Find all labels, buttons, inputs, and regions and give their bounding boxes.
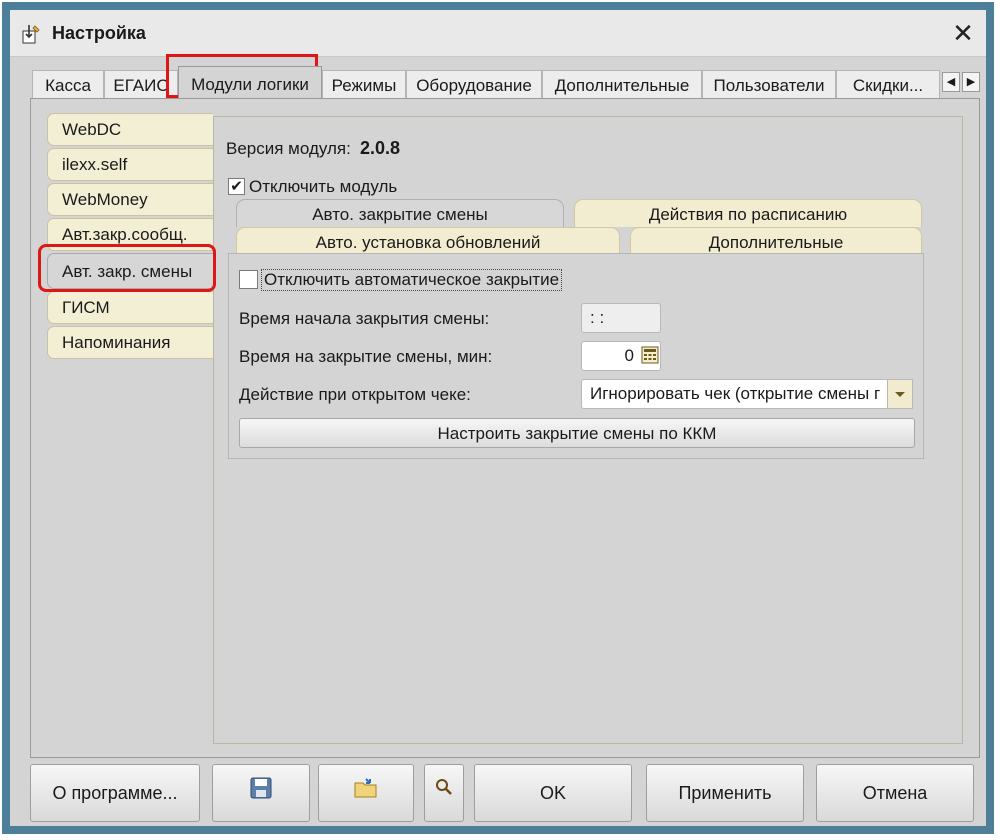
side-tab-auto-close-shift[interactable]: Авт. закр. смены <box>47 253 213 289</box>
side-tab-auto-close-msg[interactable]: Авт.закр.сообщ. <box>47 218 213 251</box>
disable-auto-close-checkbox[interactable] <box>239 270 258 289</box>
tab-equipment[interactable]: Оборудование <box>406 70 542 98</box>
tab-egais[interactable]: ЕГАИС <box>104 70 178 98</box>
floppy-disk-icon <box>213 777 309 799</box>
top-tab-bar: Касса ЕГАИС Модули логики Режимы Оборудо… <box>32 66 982 98</box>
module-content: Версия модуля: 2.0.8 ✔ Отключить модуль … <box>213 116 963 744</box>
subtab-auto-update[interactable]: Авто. установка обновлений <box>236 227 620 255</box>
window-title: Настройка <box>52 23 146 43</box>
disable-module-label: Отключить модуль <box>249 177 398 196</box>
side-tab-reminders[interactable]: Напоминания <box>47 326 213 359</box>
auto-close-panel: Отключить автоматическое закрытие Время … <box>228 253 924 459</box>
settings-window: Настройка ✕ Касса ЕГАИС Модули логики Ре… <box>2 2 994 834</box>
tab-discounts[interactable]: Скидки... <box>836 70 940 98</box>
scroll-right-icon[interactable]: ▶ <box>962 72 980 92</box>
search-icon <box>425 778 463 796</box>
version-label: Версия модуля: <box>226 139 351 158</box>
open-receipt-select[interactable]: Игнорировать чек (открытие смены г <box>581 379 889 409</box>
folder-icon <box>319 777 413 799</box>
about-button[interactable]: О программе... <box>30 764 200 822</box>
duration-label: Время на закрытие смены, мин: <box>239 347 493 366</box>
tab-additional[interactable]: Дополнительные <box>542 70 702 98</box>
title-bar: Настройка ✕ <box>10 10 986 57</box>
search-button[interactable] <box>424 764 464 822</box>
ok-button[interactable]: OK <box>474 764 632 822</box>
apply-button[interactable]: Применить <box>646 764 804 822</box>
open-file-button[interactable] <box>318 764 414 822</box>
subtab-scheduled-actions[interactable]: Действия по расписанию <box>574 199 922 227</box>
logic-modules-panel: WebDC ilexx.self WebMoney Авт.закр.сообщ… <box>30 98 980 758</box>
tab-kassa[interactable]: Касса <box>32 70 104 98</box>
save-button[interactable] <box>212 764 310 822</box>
open-receipt-label: Действие при открытом чеке: <box>239 385 471 404</box>
disable-auto-close-label: Отключить автоматическое закрытие <box>261 269 563 291</box>
disable-module-checkbox[interactable]: ✔ <box>228 178 245 195</box>
scroll-left-icon[interactable]: ◀ <box>942 72 960 92</box>
start-time-label: Время начала закрытия смены: <box>239 309 490 328</box>
chevron-down-icon[interactable] <box>887 379 913 409</box>
cancel-button[interactable]: Отмена <box>816 764 974 822</box>
tab-modes[interactable]: Режимы <box>322 70 406 98</box>
tab-users[interactable]: Пользователи <box>702 70 836 98</box>
side-tab-webmoney[interactable]: WebMoney <box>47 183 213 216</box>
side-tab-ilexx-self[interactable]: ilexx.self <box>47 148 213 181</box>
settings-app-icon <box>20 23 42 45</box>
subtab-auto-close-shift[interactable]: Авто. закрытие смены <box>236 199 564 227</box>
start-time-input[interactable]: : : <box>581 303 661 333</box>
side-tab-webdc[interactable]: WebDC <box>47 113 213 146</box>
side-tab-gism[interactable]: ГИСМ <box>47 291 213 324</box>
version-value: 2.0.8 <box>360 138 401 158</box>
close-icon[interactable]: ✕ <box>948 18 978 48</box>
tab-logic-modules[interactable]: Модули логики <box>178 66 322 98</box>
calculator-icon[interactable] <box>641 346 661 366</box>
configure-shift-close-button[interactable]: Настроить закрытие смены по ККМ <box>239 418 915 448</box>
subtab-additional[interactable]: Дополнительные <box>630 227 922 255</box>
